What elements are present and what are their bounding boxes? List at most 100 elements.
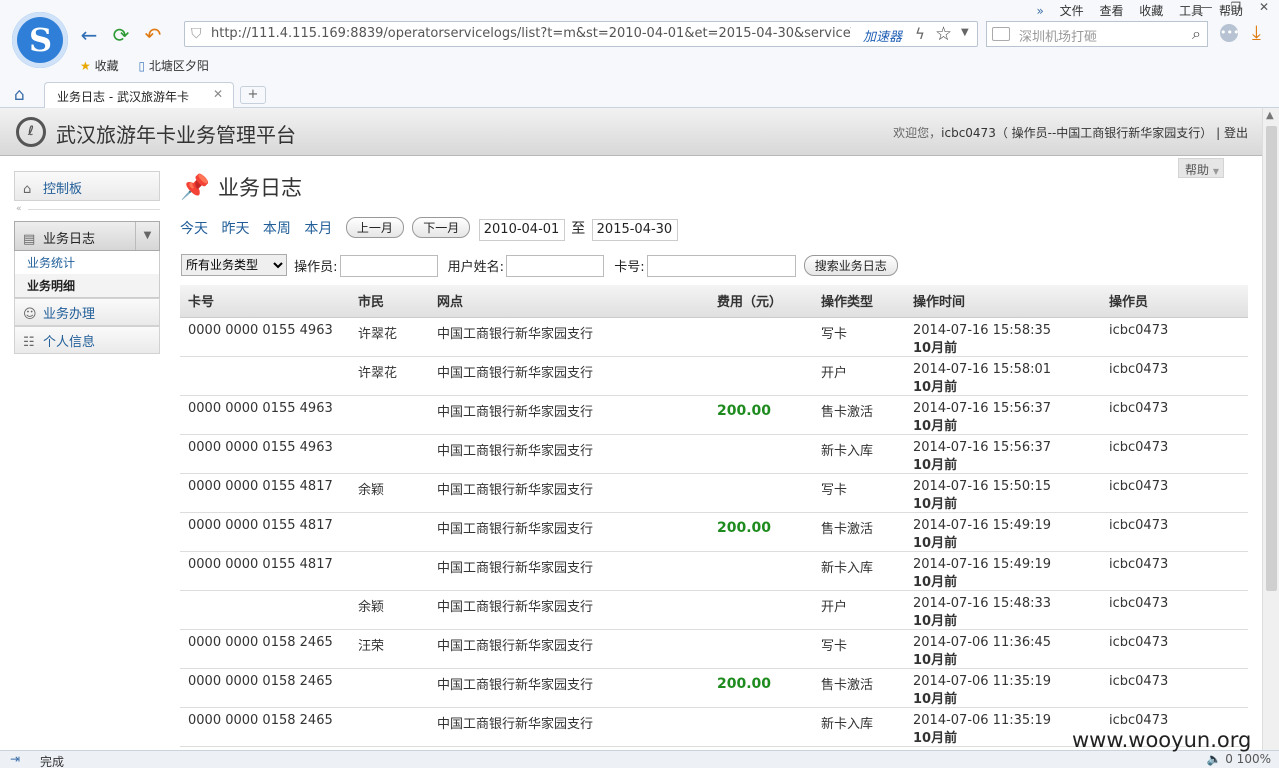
sidebar-toggle-icon[interactable]: ⇥ bbox=[10, 752, 20, 766]
cell-card-text: 0000 0000 0158 2465 bbox=[188, 673, 333, 689]
logout-link[interactable]: 登出 bbox=[1224, 126, 1248, 140]
username-input[interactable] bbox=[506, 254, 605, 277]
help-button[interactable]: 帮助 ▼ bbox=[1178, 158, 1224, 178]
menu-file[interactable]: 文件 bbox=[1060, 4, 1084, 18]
minimize-icon[interactable]: — bbox=[1201, 0, 1213, 14]
download-icon[interactable]: ⤓ bbox=[1252, 20, 1261, 44]
cell-time-text: 2014-07-06 11:35:19 bbox=[913, 673, 1052, 689]
house-icon: ⌂ bbox=[23, 182, 32, 197]
cell-time-text: 2014-07-06 11:35:19 bbox=[913, 712, 1052, 728]
sidebar-item-business-handle[interactable]: ☺ 业务办理 bbox=[14, 298, 160, 326]
prev-month-button[interactable]: 上一月 bbox=[345, 217, 404, 238]
quick-today[interactable]: 今天 bbox=[180, 221, 208, 237]
cell-operator: icbc0473 bbox=[1101, 512, 1248, 552]
cell-citizen: 汪荣 bbox=[350, 629, 429, 669]
time-ago: 10月前 bbox=[913, 496, 958, 512]
lightning-icon[interactable]: ϟ bbox=[915, 25, 925, 43]
star-icon[interactable]: ☆ bbox=[935, 23, 952, 45]
quick-yesterday[interactable]: 昨天 bbox=[221, 221, 249, 237]
time-ago: 10月前 bbox=[913, 379, 958, 395]
url-text[interactable]: http://111.4.115.169:8839/operatorservic… bbox=[211, 26, 851, 41]
tab-active[interactable]: 业务日志 - 武汉旅游年卡 ✕ bbox=[44, 82, 234, 109]
cell-branch: 中国工商银行新华家园支行 bbox=[429, 356, 709, 396]
cell-time-text: 2014-07-16 15:56:37 bbox=[913, 439, 1052, 455]
next-month-button[interactable]: 下一月 bbox=[412, 217, 471, 238]
sidebar-item-business-log[interactable]: ▤ 业务日志 ▼ bbox=[14, 221, 160, 251]
cell-type-text: 新卡入库 bbox=[821, 443, 874, 459]
cell-branch: 中国工商银行新华家园支行 bbox=[429, 551, 709, 591]
menu-view[interactable]: 查看 bbox=[1099, 4, 1123, 18]
column-header-time[interactable]: 操作时间 bbox=[905, 285, 1101, 318]
sidebar-item-personal-info[interactable]: ☷ 个人信息 bbox=[14, 326, 160, 354]
cell-operator-text: icbc0473 bbox=[1109, 712, 1169, 728]
collapse-icon[interactable]: « bbox=[16, 204, 22, 214]
search-box[interactable]: 深圳机场打砸 ⌕ bbox=[986, 21, 1208, 47]
cell-fee-text: 200.00 bbox=[717, 402, 772, 419]
home-icon[interactable]: ⌂ bbox=[14, 85, 25, 105]
search-icon[interactable]: ⌕ bbox=[1192, 24, 1201, 44]
accelerator-link[interactable]: 加速器 bbox=[863, 26, 902, 45]
column-header-branch[interactable]: 网点 bbox=[429, 285, 709, 318]
menu-favorites[interactable]: 收藏 bbox=[1139, 4, 1163, 18]
quick-this-week[interactable]: 本周 bbox=[263, 221, 291, 237]
cell-operator: icbc0473 bbox=[1101, 317, 1248, 357]
star-icon: ★ bbox=[80, 59, 91, 73]
cell-card: 0000 0000 0155 4817 bbox=[180, 551, 350, 591]
refresh-icon[interactable]: ⟳ bbox=[110, 24, 132, 46]
card-input[interactable] bbox=[646, 254, 796, 277]
column-header-operator[interactable]: 操作员 bbox=[1101, 285, 1248, 318]
cell-time: 2014-07-06 11:35:19 10月前 bbox=[905, 668, 1101, 708]
column-header-type[interactable]: 操作类型 bbox=[813, 285, 905, 318]
sidebar-item-dashboard[interactable]: ⌂ 控制板 bbox=[14, 171, 160, 201]
window-controls: — ❐ ✕ bbox=[1201, 0, 1269, 14]
close-window-icon[interactable]: ✕ bbox=[1259, 0, 1269, 14]
cell-branch: 中国工商银行新华家园支行 bbox=[429, 512, 709, 552]
cell-time: 2014-07-16 15:56:37 10月前 bbox=[905, 434, 1101, 474]
column-header-fee[interactable]: 费用（元） bbox=[709, 285, 813, 318]
scroll-up-icon[interactable]: ▲ bbox=[1266, 110, 1274, 121]
menu-expand-icon[interactable]: » bbox=[1036, 4, 1043, 18]
column-header-citizen[interactable]: 市民 bbox=[350, 285, 429, 318]
chevron-down-icon[interactable]: ▼ bbox=[961, 27, 969, 38]
scrollbar-thumb[interactable] bbox=[1266, 126, 1277, 591]
time-ago: 10月前 bbox=[913, 418, 958, 434]
close-tab-icon[interactable]: ✕ bbox=[213, 87, 223, 101]
page-scrollbar[interactable]: ▲ bbox=[1262, 108, 1279, 750]
bookmark-item[interactable]: ▯ 北塘区夕阳 bbox=[138, 59, 208, 73]
table-row: 0000 0000 0155 4963 中国工商银行新华家园支行 200.00 售卡激… bbox=[180, 395, 1248, 435]
undo-icon[interactable]: ↶ bbox=[142, 24, 164, 46]
chevron-down-icon[interactable]: ▼ bbox=[135, 222, 159, 250]
zoom-indicator[interactable]: 🔈 0 100% bbox=[1206, 752, 1271, 766]
cell-type-text: 写卡 bbox=[821, 482, 848, 498]
new-tab-button[interactable]: + bbox=[240, 86, 266, 104]
back-arrow-icon[interactable]: ← bbox=[78, 24, 100, 46]
service-type-select[interactable]: 所有业务类型 bbox=[181, 254, 287, 276]
cell-type-text: 写卡 bbox=[821, 326, 848, 342]
cell-card-text: 0000 0000 0155 4817 bbox=[188, 478, 333, 494]
sidebar-item-label: 业务办理 bbox=[43, 307, 96, 322]
cell-operator: icbc0473 bbox=[1101, 629, 1248, 669]
restore-icon[interactable]: ❐ bbox=[1230, 0, 1241, 14]
browser-logo[interactable]: S bbox=[12, 12, 68, 68]
sidebar: ⌂ 控制板 « ▤ 业务日志 ▼ 业务统计 业务明细 ☺ 业务办理 ☷ 个人信息 bbox=[14, 171, 160, 354]
cell-branch-text: 中国工商银行新华家园支行 bbox=[437, 716, 594, 732]
more-icon[interactable]: ••• bbox=[1220, 24, 1239, 42]
sidebar-subitem-statistics[interactable]: 业务统计 bbox=[14, 251, 160, 274]
end-date-field[interactable]: 2015-04-30 bbox=[591, 219, 678, 241]
column-header-card[interactable]: 卡号 bbox=[180, 285, 350, 318]
search-input[interactable]: 深圳机场打砸 bbox=[1019, 26, 1097, 45]
username-label: 用户姓名: bbox=[447, 260, 505, 275]
start-date-field[interactable]: 2010-04-01 bbox=[478, 219, 565, 241]
image-icon bbox=[992, 27, 1010, 41]
operator-input[interactable] bbox=[339, 254, 438, 277]
time-ago: 10月前 bbox=[913, 340, 958, 356]
cell-type: 写卡 bbox=[813, 317, 905, 357]
address-bar[interactable]: ⛉ http://111.4.115.169:8839/operatorserv… bbox=[184, 21, 978, 47]
speaker-icon: 🔈 bbox=[1206, 752, 1222, 766]
search-log-button[interactable]: 搜索业务日志 bbox=[803, 255, 898, 276]
cell-citizen: 余颖 bbox=[350, 473, 429, 513]
bookmark-favorites[interactable]: ★ 收藏 bbox=[80, 59, 119, 73]
quick-this-month[interactable]: 本月 bbox=[304, 221, 332, 237]
cell-type-text: 开户 bbox=[821, 365, 848, 381]
sidebar-subitem-details[interactable]: 业务明细 bbox=[14, 274, 160, 298]
